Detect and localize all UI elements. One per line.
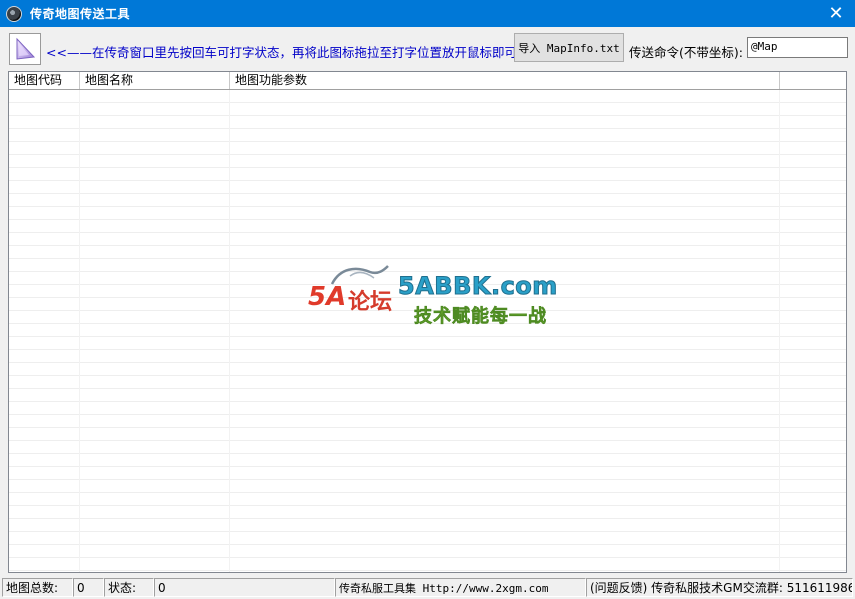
feedback-text: (问题反馈) 传奇私服技术GM交流群: 511611986 — [586, 578, 853, 597]
column-divider — [229, 90, 230, 572]
map-total-value: 0 — [73, 578, 104, 597]
drag-hint-text: <<——在传奇窗口里先按回车可打字状态，再将此图标拖拉至打字位置放开鼠标即可。 — [46, 45, 530, 60]
column-header-map-name[interactable]: 地图名称 — [80, 72, 230, 89]
status-bar: 地图总数: 0 状态: 0 传奇私服工具集 Http://www.2xgm.co… — [0, 576, 855, 599]
watermark-site: 5ABBK.com — [398, 272, 558, 301]
status-value: 0 — [154, 578, 335, 597]
title-bar[interactable]: 传奇地图传送工具 ✕ — [0, 0, 855, 27]
status-label: 状态: — [104, 578, 154, 597]
column-divider — [79, 90, 80, 572]
column-header-map-params[interactable]: 地图功能参数 — [230, 72, 780, 89]
toolset-link: 传奇私服工具集 Http://www.2xgm.com — [335, 578, 586, 597]
watermark: 5A 论坛 5ABBK.com 技术赋能每一战 — [308, 262, 558, 336]
drag-target-icon[interactable] — [9, 33, 41, 65]
command-label: 传送命令(不带坐标): — [629, 45, 743, 60]
map-total-label: 地图总数: — [2, 578, 73, 597]
import-mapinfo-button[interactable]: 导入 MapInfo.txt — [514, 33, 624, 62]
column-header-map-code[interactable]: 地图代码 — [9, 72, 80, 89]
app-icon — [6, 5, 22, 22]
command-input[interactable]: @Map — [747, 37, 848, 58]
watermark-slogan: 技术赋能每一战 — [414, 306, 547, 328]
close-icon[interactable]: ✕ — [817, 0, 855, 27]
watermark-logo-text: 论坛 — [348, 290, 393, 315]
watermark-logo-5a: 5A — [308, 282, 347, 312]
list-header: 地图代码 地图名称 地图功能参数 — [9, 72, 846, 90]
window-title: 传奇地图传送工具 — [30, 7, 131, 21]
column-divider — [779, 90, 780, 572]
